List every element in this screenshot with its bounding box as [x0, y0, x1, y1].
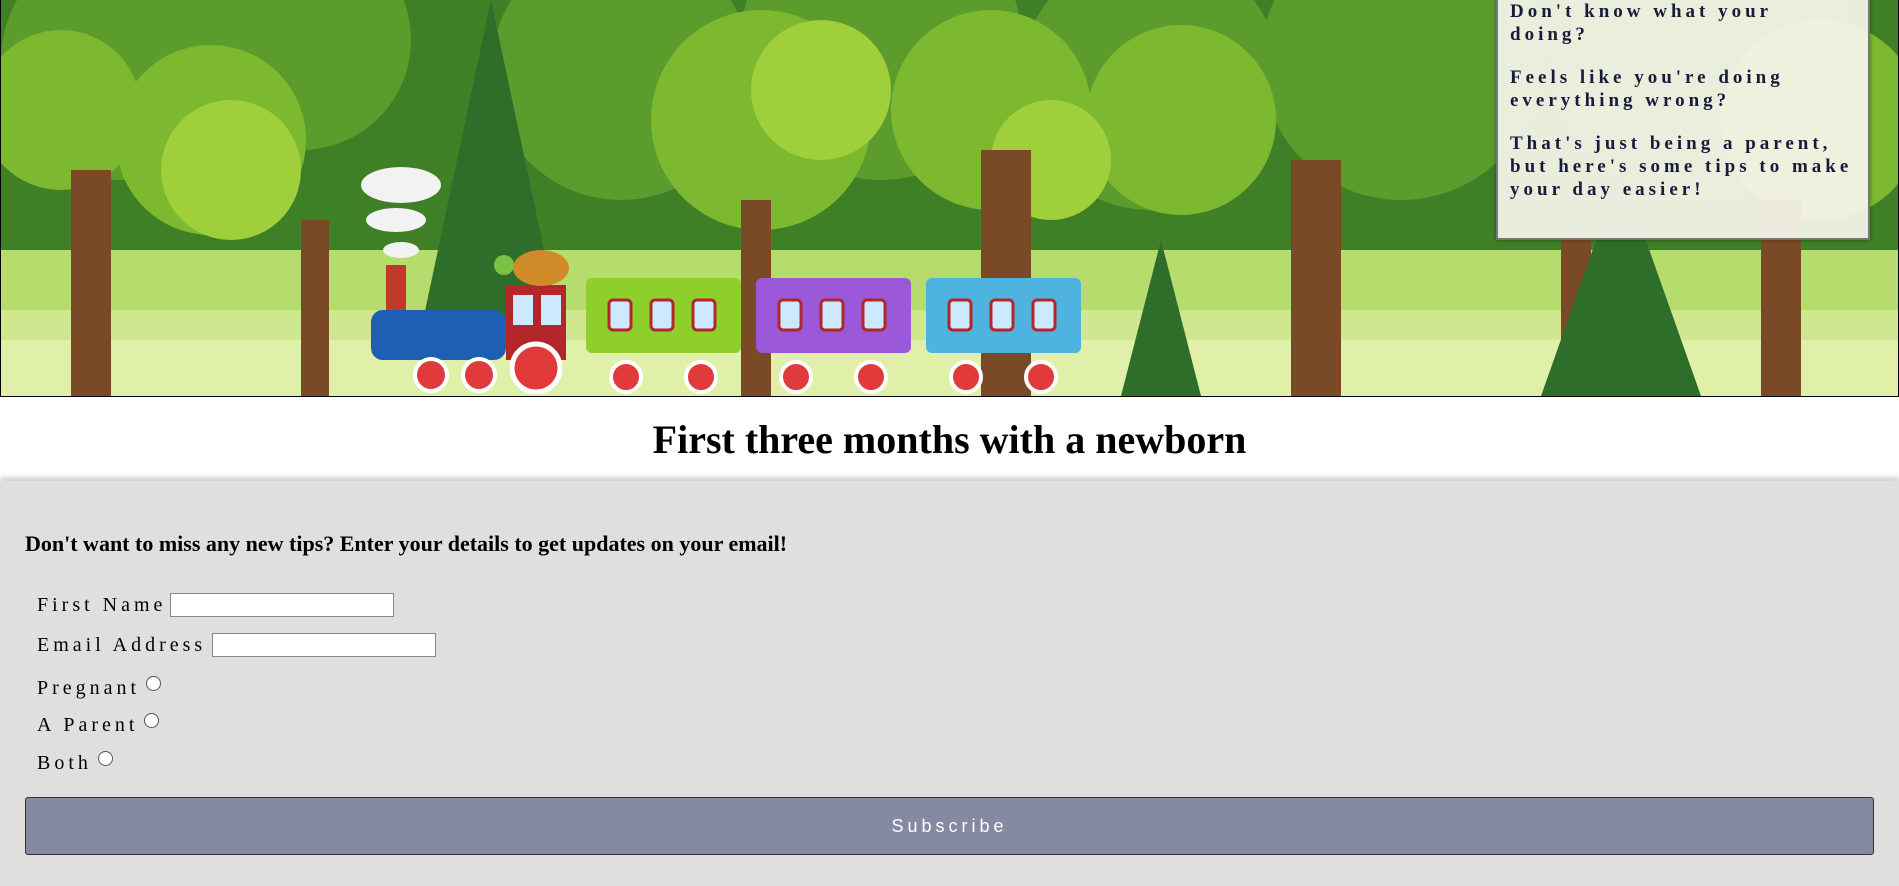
subscribe-button[interactable]: Subscribe: [25, 797, 1874, 855]
option-pregnant-label: Pregnant: [37, 677, 141, 699]
email-row: Email Address: [37, 633, 437, 657]
hero-banner: Don't know what your doing? Feels like y…: [0, 0, 1899, 397]
option-parent-row: A Parent: [37, 713, 160, 737]
first-name-input[interactable]: [170, 593, 395, 617]
page-title: First three months with a newborn: [652, 417, 1247, 462]
first-name-row: First Name: [37, 593, 395, 617]
subscribe-form: Don't want to miss any new tips? Enter y…: [0, 481, 1899, 886]
first-name-label: First Name: [37, 593, 167, 616]
option-pregnant-row: Pregnant: [37, 676, 162, 700]
option-both-label: Both: [37, 752, 92, 774]
tips-box: Don't know what your doing? Feels like y…: [1496, 0, 1870, 240]
option-pregnant-radio[interactable]: [146, 676, 162, 691]
option-parent-radio[interactable]: [144, 713, 160, 728]
form-intro: Don't want to miss any new tips? Enter y…: [25, 531, 788, 556]
option-both-radio[interactable]: [97, 751, 113, 766]
tip-line: Don't know what your doing?: [1510, 1, 1772, 45]
tip-line: That's just being a parent, but here's s…: [1510, 133, 1853, 200]
tip-line: Feels like you're doing everything wrong…: [1510, 67, 1784, 111]
option-both-row: Both: [37, 751, 113, 775]
option-parent-label: A Parent: [37, 714, 139, 736]
email-input[interactable]: [212, 633, 437, 657]
email-label: Email Address: [37, 633, 207, 656]
